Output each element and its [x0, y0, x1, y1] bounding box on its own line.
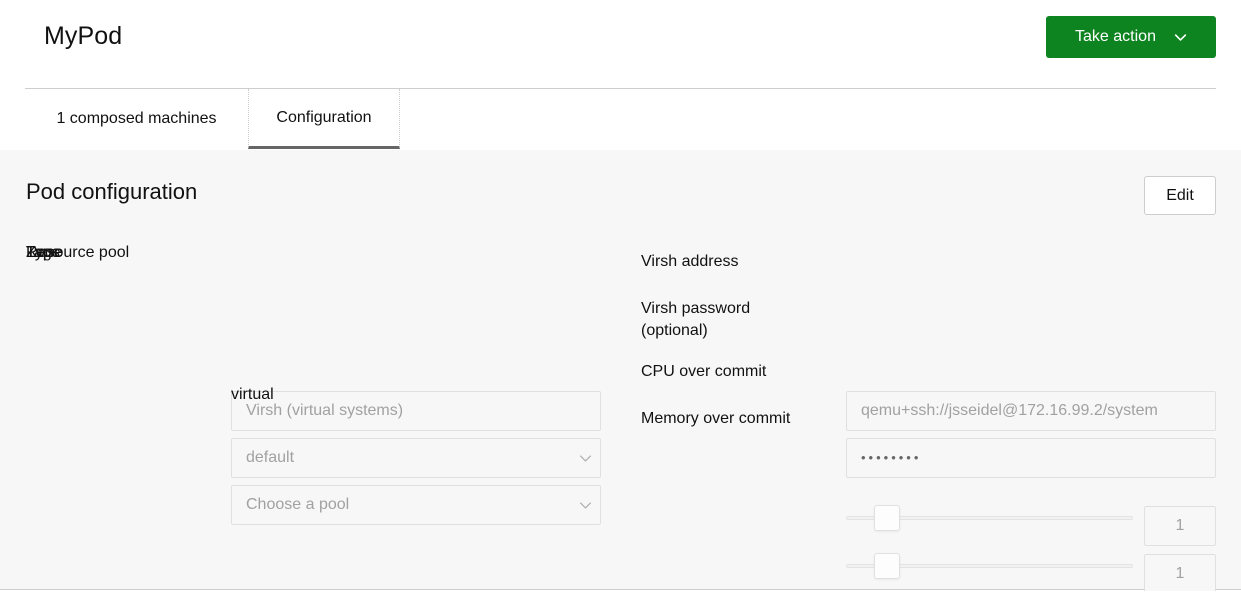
page-header: MyPod Take action — [0, 0, 1241, 89]
tab-label: Configuration — [276, 109, 371, 127]
chevron-down-icon — [1174, 31, 1187, 44]
zone-select[interactable]: default — [231, 438, 601, 478]
pod-configuration-panel: Pod configuration Edit Type Virsh (virtu… — [0, 150, 1241, 590]
cpu-over-commit-slider[interactable] — [846, 498, 1133, 538]
virsh-password-label: Virsh password (optional) — [641, 298, 811, 342]
tags-label: Tags — [26, 242, 221, 264]
pod-configuration-page: MyPod Take action 1 composed machines Co… — [0, 0, 1241, 609]
virsh-address-input[interactable]: qemu+ssh://jsseidel@172.16.99.2/system — [846, 391, 1216, 431]
tab-composed-machines[interactable]: 1 composed machines — [25, 89, 248, 149]
left-field-column: Type Virsh (virtual systems) Zone defaul… — [0, 150, 620, 590]
cpu-over-commit-value[interactable]: 1 — [1144, 506, 1216, 546]
take-action-button[interactable]: Take action — [1046, 16, 1216, 58]
virsh-password-value: •••••••• — [861, 450, 921, 465]
right-field-column: Virsh address qemu+ssh://jsseidel@172.16… — [620, 150, 1241, 590]
virsh-password-input[interactable]: •••••••• — [846, 438, 1216, 478]
tab-label: 1 composed machines — [56, 110, 216, 128]
take-action-label: Take action — [1075, 28, 1156, 46]
tags-value: virtual — [231, 384, 274, 406]
resource-pool-select[interactable]: Choose a pool — [231, 485, 601, 525]
page-footer — [0, 591, 1241, 609]
cpu-over-commit-label: CPU over commit — [641, 361, 836, 383]
slider-thumb[interactable] — [874, 553, 900, 579]
tab-configuration[interactable]: Configuration — [248, 89, 400, 149]
memory-over-commit-slider[interactable] — [846, 546, 1133, 586]
memory-over-commit-value[interactable]: 1 — [1144, 554, 1216, 594]
virsh-address-label: Virsh address — [641, 251, 836, 273]
type-input[interactable]: Virsh (virtual systems) — [231, 391, 601, 431]
memory-over-commit-label: Memory over commit — [641, 408, 811, 430]
slider-thumb[interactable] — [874, 505, 900, 531]
page-title: MyPod — [44, 20, 122, 52]
tab-bar: 1 composed machines Configuration — [0, 89, 1241, 150]
